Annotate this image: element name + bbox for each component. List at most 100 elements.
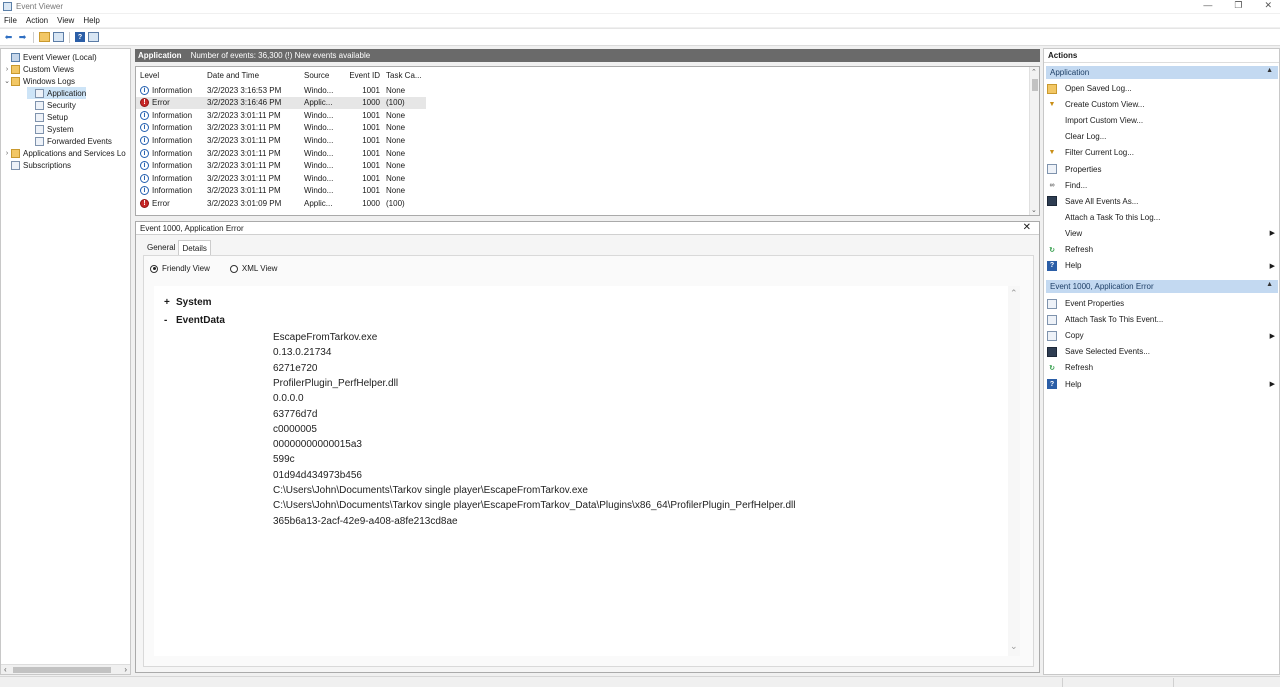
console-tree-icon[interactable] (53, 32, 64, 42)
event-row[interactable]: ! Error 3/2/2023 3:01:09 PM Applic... 1000 (1… (136, 197, 426, 209)
event-row[interactable]: i Information 3/2/2023 3:01:11 PM Windo... 1… (136, 109, 426, 121)
event-row[interactable]: i Information 3/2/2023 3:01:11 PM Windo... 1… (136, 122, 426, 134)
eventdata-section-toggle[interactable]: - EventData (164, 315, 225, 326)
event-date: 3/2/2023 3:01:11 PM (207, 148, 281, 158)
tree-item-custom-views[interactable]: › Custom Views (3, 63, 74, 75)
column-date[interactable]: Date and Time (204, 71, 304, 80)
action-help[interactable]: ? Help ▶ (1047, 377, 1277, 392)
action-clear-log[interactable]: Clear Log... (1047, 129, 1277, 144)
event-data-value: 00000000000015a3 (273, 439, 362, 451)
column-event-id[interactable]: Event ID (348, 71, 386, 80)
column-task-category[interactable]: Task Ca... (386, 71, 424, 80)
xml-view-radio[interactable]: XML View (229, 264, 277, 273)
tree-item-applications-and-services-lo[interactable]: › Applications and Services Lo (3, 147, 126, 159)
actions-group-header[interactable]: Application ▲ (1046, 66, 1278, 79)
status-segment (1062, 678, 1063, 687)
scroll-right-icon[interactable]: › (124, 665, 127, 674)
action-refresh[interactable]: ↻ Refresh (1047, 360, 1277, 375)
scroll-down-icon[interactable]: ⌄ (1010, 641, 1018, 652)
event-data-value: 63776d7d (273, 408, 318, 420)
tree-item-security[interactable]: Security (27, 99, 76, 111)
details-tab-body: Friendly View XML View + System - EventD… (143, 255, 1034, 667)
collapse-caret-icon[interactable]: ▲ (1266, 281, 1273, 288)
action-refresh[interactable]: ↻ Refresh (1047, 242, 1277, 257)
event-row[interactable]: i Information 3/2/2023 3:01:11 PM Windo... 1… (136, 134, 426, 146)
view-mode-radios: Friendly View XML View (150, 264, 277, 273)
action-help[interactable]: ? Help ▶ (1047, 258, 1277, 273)
column-source[interactable]: Source (304, 71, 348, 80)
action-view[interactable]: View ▶ (1047, 226, 1277, 241)
event-task-category: None (386, 85, 406, 95)
menu-action[interactable]: Action (26, 16, 48, 25)
action-label: Create Custom View... (1065, 100, 1145, 110)
action-save-all-events-as[interactable]: Save All Events As... (1047, 194, 1277, 209)
event-row[interactable]: i Information 3/2/2023 3:01:11 PM Windo... 1… (136, 172, 426, 184)
event-row[interactable]: i Information 3/2/2023 3:16:53 PM Windo... 1… (136, 84, 426, 96)
menu-help[interactable]: Help (83, 16, 99, 25)
close-icon[interactable]: ✕ (1023, 222, 1031, 233)
action-properties[interactable]: Properties (1047, 162, 1277, 177)
tree-horizontal-scrollbar[interactable]: ‹ › (1, 664, 130, 674)
tree-item-subscriptions[interactable]: Subscriptions (3, 159, 71, 171)
help-icon[interactable]: ? (75, 32, 85, 42)
tab-details[interactable]: Details (178, 240, 211, 255)
event-row[interactable]: i Information 3/2/2023 3:01:11 PM Windo... 1… (136, 185, 426, 197)
tree-item-setup[interactable]: Setup (27, 111, 68, 123)
folder-up-icon[interactable] (39, 32, 50, 42)
chevron-right-icon[interactable]: › (3, 150, 11, 157)
tree-item-application[interactable]: Application (27, 87, 87, 99)
action-create-custom-view[interactable]: ▼ Create Custom View... (1047, 97, 1277, 112)
minimize-button[interactable]: — (1203, 0, 1212, 11)
information-icon: i (140, 173, 149, 183)
scroll-up-icon[interactable]: ⌃ (1031, 68, 1037, 76)
event-level: i Information (136, 161, 204, 171)
tab-general[interactable]: General (144, 240, 178, 255)
tree-item-forwarded-events[interactable]: Forwarded Events (27, 135, 112, 147)
event-date: 3/2/2023 3:01:11 PM (207, 110, 281, 120)
action-attach-task-to-this-event[interactable]: Attach Task To This Event... (1047, 312, 1277, 327)
document-icon (1047, 314, 1057, 325)
tree-item-event-viewer-local[interactable]: Event Viewer (Local) (3, 51, 97, 63)
event-row[interactable]: i Information 3/2/2023 3:01:11 PM Windo... 1… (136, 160, 426, 172)
action-save-selected-events[interactable]: Save Selected Events... (1047, 344, 1277, 359)
menu-view[interactable]: View (57, 16, 74, 25)
friendly-view-radio[interactable]: Friendly View (150, 264, 210, 273)
scroll-left-icon[interactable]: ‹ (4, 665, 7, 674)
collapse-caret-icon[interactable]: ▲ (1266, 67, 1273, 74)
chevron-down-icon[interactable]: ⌄ (3, 77, 11, 85)
scroll-thumb[interactable] (13, 667, 111, 673)
event-date: 3/2/2023 3:01:11 PM (207, 161, 281, 171)
submenu-arrow-icon: ▶ (1269, 230, 1275, 238)
restore-button[interactable]: ❐ (1234, 0, 1242, 11)
column-level[interactable]: Level (136, 71, 204, 80)
tree-item-windows-logs[interactable]: ⌄ Windows Logs (3, 75, 75, 87)
action-find[interactable]: ∞ Find... (1047, 178, 1277, 193)
close-window-button[interactable]: ✕ (1264, 0, 1272, 11)
event-source: Windo... (304, 123, 334, 133)
information-icon: i (140, 85, 149, 95)
scroll-up-icon[interactable]: ⌃ (1010, 288, 1018, 299)
chevron-right-icon[interactable]: › (3, 66, 11, 73)
action-copy[interactable]: Copy ▶ (1047, 328, 1277, 343)
details-scrollbar[interactable]: ⌃ ⌄ (1008, 286, 1020, 656)
menu-file[interactable]: File (4, 16, 17, 25)
event-list-scrollbar[interactable]: ⌃ ⌄ (1029, 67, 1039, 215)
action-filter-current-log[interactable]: ▼ Filter Current Log... (1047, 145, 1277, 160)
scroll-down-icon[interactable]: ⌄ (1031, 206, 1037, 214)
event-row[interactable]: ! Error 3/2/2023 3:16:46 PM Applic... 1000 (1… (136, 96, 426, 109)
action-attach-a-task-to-this-log[interactable]: Attach a Task To this Log... (1047, 210, 1277, 225)
error-icon: ! (140, 98, 149, 108)
panel-icon[interactable] (88, 32, 99, 42)
action-import-custom-view[interactable]: Import Custom View... (1047, 113, 1277, 128)
forward-arrow-icon[interactable]: ➡ (17, 32, 28, 43)
action-open-saved-log[interactable]: Open Saved Log... (1047, 81, 1277, 96)
system-section-toggle[interactable]: + System (164, 297, 212, 308)
actions-group-header[interactable]: Event 1000, Application Error ▲ (1046, 280, 1278, 293)
scroll-thumb[interactable] (1032, 79, 1038, 91)
log-icon (35, 100, 44, 110)
log-icon (35, 112, 44, 122)
action-event-properties[interactable]: Event Properties (1047, 296, 1277, 311)
tree-item-system[interactable]: System (27, 123, 74, 135)
back-arrow-icon[interactable]: ⬅ (3, 32, 14, 43)
event-row[interactable]: i Information 3/2/2023 3:01:11 PM Windo... 1… (136, 147, 426, 159)
